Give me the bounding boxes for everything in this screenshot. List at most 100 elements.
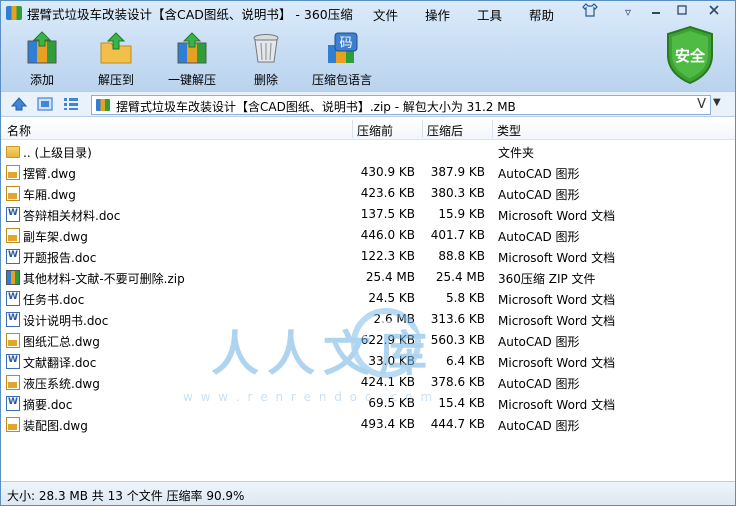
one-click-extract-label: 一键解压 (167, 73, 216, 87)
address-dropdown-icon[interactable]: ▼ (713, 97, 721, 108)
file-type: AutoCAD 图形 (498, 188, 580, 202)
file-type: AutoCAD 图形 (498, 167, 580, 181)
up-arrow-icon[interactable] (10, 97, 28, 111)
file-packed-size: 88.8 KB (438, 249, 485, 263)
file-type: 360压缩 ZIP 文件 (498, 272, 596, 286)
title-toolbar-area: 摆臂式垃圾车改装设计【含CAD图纸、说明书】 - 360压缩 文件 操作 工具 … (1, 1, 735, 91)
table-row[interactable]: 液压系统.dwg 424.1 KB 378.6 KB AutoCAD 图形 (1, 372, 735, 393)
archive-language-icon: 码 (325, 31, 359, 65)
close-icon[interactable] (703, 3, 725, 21)
add-button[interactable]: 添加 (7, 31, 77, 88)
file-size: 446.0 KB (360, 228, 415, 242)
file-name: .. (上级目录) (23, 146, 92, 160)
status-text: 大小: 28.3 MB 共 13 个文件 压缩率 90.9% (7, 489, 245, 503)
file-packed-size: 6.4 KB (446, 354, 485, 368)
menu-help[interactable]: 帮助 (529, 5, 554, 24)
table-row[interactable]: 装配图.dwg 493.4 KB 444.7 KB AutoCAD 图形 (1, 414, 735, 435)
list-view-icon[interactable] (63, 97, 79, 111)
file-packed-size: 5.8 KB (446, 291, 485, 305)
extract-to-button[interactable]: 解压到 (81, 31, 151, 88)
column-packed[interactable]: 压缩后 (427, 122, 463, 139)
menu-tools[interactable]: 工具 (477, 5, 502, 24)
file-packed-size: 15.9 KB (438, 207, 485, 221)
window-title: 摆臂式垃圾车改装设计【含CAD图纸、说明书】 - 360压缩 (27, 7, 353, 22)
file-name: 液压系统.dwg (23, 377, 100, 391)
word-doc-icon (6, 249, 20, 264)
file-packed-size: 378.6 KB (430, 375, 485, 389)
file-type: Microsoft Word 文档 (498, 398, 616, 412)
file-packed-size: 25.4 MB (435, 270, 485, 284)
file-type: 文件夹 (498, 146, 535, 160)
table-row[interactable]: 答辩相关材料.doc 137.5 KB 15.9 KB Microsoft Word … (1, 204, 735, 225)
column-separator[interactable] (422, 120, 423, 138)
table-row[interactable]: 设计说明书.doc 2.6 MB 313.6 KB Microsoft Word 文档 (1, 309, 735, 330)
file-type: AutoCAD 图形 (498, 377, 580, 391)
word-doc-icon (6, 354, 20, 369)
folder-icon (6, 146, 20, 158)
file-size: 493.4 KB (360, 417, 415, 431)
column-type[interactable]: 类型 (497, 122, 521, 139)
table-row[interactable]: 摆臂.dwg 430.9 KB 387.9 KB AutoCAD 图形 (1, 162, 735, 183)
zip-file-icon (6, 270, 20, 285)
file-packed-size: 401.7 KB (430, 228, 485, 242)
table-row[interactable]: 副车架.dwg 446.0 KB 401.7 KB AutoCAD 图形 (1, 225, 735, 246)
address-bar[interactable]: 摆臂式垃圾车改装设计【含CAD图纸、说明书】.zip - 解包大小为 31.2 … (91, 95, 711, 115)
file-size: 423.6 KB (360, 186, 415, 200)
menu-file[interactable]: 文件 (373, 5, 398, 24)
menu-operation[interactable]: 操作 (425, 5, 450, 24)
file-size: 622.9 KB (360, 333, 415, 347)
address-row: 摆臂式垃圾车改装设计【含CAD图纸、说明书】.zip - 解包大小为 31.2 … (1, 91, 735, 117)
file-name: 设计说明书.doc (23, 314, 109, 328)
file-size: 430.9 KB (360, 165, 415, 179)
security-label: 安全 (674, 47, 705, 65)
file-name: 图纸汇总.dwg (23, 335, 100, 349)
word-doc-icon (6, 396, 20, 411)
table-row[interactable]: 其他材料-文献-不要可删除.zip 25.4 MB 25.4 MB 360压缩 ZIP… (1, 267, 735, 288)
file-packed-size: 560.3 KB (430, 333, 485, 347)
thumbnail-view-icon[interactable] (37, 97, 53, 111)
table-row[interactable]: 文献翻译.doc 33.0 KB 6.4 KB Microsoft Word 文档 (1, 351, 735, 372)
dwg-file-icon (6, 186, 20, 201)
column-size[interactable]: 压缩前 (357, 122, 393, 139)
menu-dropdown-icon[interactable]: ▿ (617, 3, 639, 21)
file-name: 副车架.dwg (23, 230, 88, 244)
delete-button[interactable]: 删除 (231, 31, 301, 88)
file-list: 名称 压缩前 压缩后 类型 .. (上级目录) 文件夹 摆臂.dwg 430.9 KB… (1, 118, 735, 481)
file-name: 摘要.doc (23, 398, 73, 412)
file-packed-size: 380.3 KB (430, 186, 485, 200)
one-click-extract-button[interactable]: 一键解压 (157, 31, 227, 88)
table-row[interactable]: 图纸汇总.dwg 622.9 KB 560.3 KB AutoCAD 图形 (1, 330, 735, 351)
file-type: AutoCAD 图形 (498, 335, 580, 349)
dwg-file-icon (6, 417, 20, 432)
column-name[interactable]: 名称 (7, 122, 31, 139)
column-separator[interactable] (352, 120, 353, 138)
file-list-header: 名称 压缩前 压缩后 类型 (1, 118, 735, 140)
minimize-icon[interactable] (645, 3, 667, 21)
table-row[interactable]: .. (上级目录) 文件夹 (1, 141, 735, 162)
table-row[interactable]: 任务书.doc 24.5 KB 5.8 KB Microsoft Word 文档 (1, 288, 735, 309)
file-size: 33.0 KB (368, 354, 415, 368)
table-row[interactable]: 车厢.dwg 423.6 KB 380.3 KB AutoCAD 图形 (1, 183, 735, 204)
file-name: 装配图.dwg (23, 419, 88, 433)
file-name: 其他材料-文献-不要可删除.zip (23, 272, 185, 286)
table-row[interactable]: 摘要.doc 69.5 KB 15.4 KB Microsoft Word 文档 (1, 393, 735, 414)
file-type: Microsoft Word 文档 (498, 209, 616, 223)
address-path: 摆臂式垃圾车改装设计【含CAD图纸、说明书】.zip - 解包大小为 31.2 … (116, 100, 516, 114)
archive-language-label: 压缩包语言 (311, 73, 372, 87)
skin-icon[interactable] (579, 3, 601, 21)
file-type: Microsoft Word 文档 (498, 293, 616, 307)
file-packed-size: 387.9 KB (430, 165, 485, 179)
security-shield-button[interactable]: 安全 (664, 25, 716, 85)
word-doc-icon (6, 291, 20, 306)
add-label: 添加 (29, 73, 54, 87)
file-type: Microsoft Word 文档 (498, 356, 616, 370)
file-packed-size: 313.6 KB (430, 312, 485, 326)
file-size: 2.6 MB (373, 312, 415, 326)
word-doc-icon (6, 312, 20, 327)
app-logo-icon (6, 6, 22, 20)
table-row[interactable]: 开题报告.doc 122.3 KB 88.8 KB Microsoft Word 文档 (1, 246, 735, 267)
dwg-file-icon (6, 333, 20, 348)
archive-language-button[interactable]: 码 压缩包语言 (307, 31, 377, 88)
column-separator[interactable] (492, 120, 493, 138)
maximize-icon[interactable] (671, 3, 693, 21)
